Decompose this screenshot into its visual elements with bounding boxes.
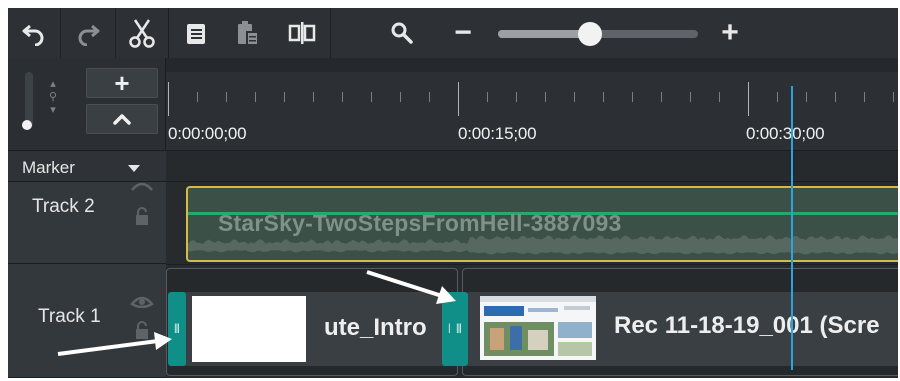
visibility-eye-icon[interactable] — [130, 294, 154, 308]
ruler-tick — [400, 92, 401, 102]
timecode-label: 0:00:00;00 — [168, 124, 247, 143]
recording-clip-left-handle[interactable]: ||| — [450, 292, 468, 366]
time-ruler[interactable]: 0:00:00;00 0:00:15;00 0:00:30;00 — [166, 58, 898, 150]
cut-button[interactable] — [116, 8, 168, 58]
ruler-tick — [864, 92, 865, 102]
ruler-tick — [226, 92, 227, 102]
ruler-tick — [487, 92, 488, 102]
lock-icon[interactable] — [134, 320, 150, 340]
ruler-tick — [806, 92, 807, 102]
grip-icon: ||| — [456, 323, 462, 334]
zoom-out-button[interactable]: − — [448, 8, 478, 58]
ruler-tick — [603, 92, 604, 102]
magnifier-icon — [391, 22, 413, 44]
zoom-slider-handle[interactable] — [578, 22, 602, 46]
ruler-tick — [313, 92, 314, 102]
collapse-button[interactable] — [86, 104, 158, 134]
recording-clip-label: Rec 11-18-19_001 (Scre — [614, 312, 880, 339]
marker-lane[interactable] — [166, 150, 898, 182]
timeline-window: − + ▴ ⚲ ▾ + Marker Track 2 Track 1 0:00:… — [8, 8, 898, 378]
lock-icon[interactable] — [134, 206, 150, 226]
visibility-eye-icon[interactable] — [130, 182, 154, 196]
scissors-icon — [129, 19, 155, 48]
track-header-1[interactable]: Track 1 — [8, 264, 166, 378]
grip-icon: ||| — [174, 323, 180, 334]
ruler-tick — [458, 82, 459, 116]
paste-button[interactable] — [228, 8, 268, 58]
ruler-tick — [342, 92, 343, 102]
marker-label: Marker — [22, 158, 75, 177]
ruler-tick — [661, 92, 662, 102]
recording-thumbnail — [480, 296, 596, 360]
track-header-2[interactable]: Track 2 — [8, 182, 166, 264]
ruler-tick — [284, 92, 285, 102]
ruler-tick — [371, 92, 372, 102]
ruler-tick — [197, 92, 198, 102]
toolbar-divider — [330, 8, 331, 58]
copy-icon — [187, 24, 205, 44]
intro-clip-left-handle[interactable]: ||| — [168, 292, 186, 366]
ruler-tick — [893, 92, 894, 102]
ruler-tick — [748, 82, 749, 116]
ruler-tick — [835, 92, 836, 102]
track-name: Track 2 — [32, 196, 95, 217]
toolbar: − + — [8, 8, 898, 58]
ruler-tick — [168, 82, 169, 116]
ruler-top-band — [166, 58, 898, 72]
paste-icon — [238, 21, 259, 46]
timeline-area[interactable]: 0:00:00;00 0:00:15;00 0:00:30;00 StarSky… — [166, 58, 898, 378]
ruler-tick — [632, 92, 633, 102]
ruler-tick — [545, 92, 546, 102]
timecode-label: 0:00:15;00 — [458, 124, 537, 143]
redo-icon — [78, 24, 100, 46]
zoom-search-button[interactable] — [386, 8, 418, 58]
redo-button[interactable] — [61, 8, 115, 58]
recording-clip[interactable]: Rec 11-18-19_001 (Scre — [466, 292, 898, 366]
split-icon — [288, 22, 316, 44]
copy-button[interactable] — [176, 8, 216, 58]
playhead[interactable] — [791, 86, 793, 370]
split-button[interactable] — [280, 8, 324, 58]
zoom-in-button[interactable]: + — [714, 8, 746, 58]
ruler-tick — [690, 92, 691, 102]
toolbar-divider — [168, 8, 169, 58]
track-zoom-icon: ▴ ⚲ ▾ — [48, 78, 58, 116]
chevron-up-icon — [113, 114, 131, 125]
marker-dropdown-icon[interactable] — [128, 165, 140, 172]
undo-button[interactable] — [8, 8, 60, 58]
ruler-tick — [516, 92, 517, 102]
ruler-tick — [777, 92, 778, 102]
track-height-slider-handle[interactable] — [22, 120, 32, 130]
intro-clip-label: ute_Intro — [324, 314, 427, 341]
zoom-slider-fill — [498, 30, 590, 38]
track-header-panel: ▴ ⚲ ▾ + Marker Track 2 Track 1 — [8, 58, 166, 378]
marker-track-header: Marker — [8, 150, 166, 182]
ruler-tick — [574, 92, 575, 102]
timecode-label: 0:00:30;00 — [746, 124, 825, 143]
intro-clip[interactable]: ute_Intro — [176, 292, 450, 366]
ruler-tick — [255, 92, 256, 102]
intro-thumbnail — [192, 296, 306, 362]
ruler-tick — [719, 92, 720, 102]
add-track-button[interactable]: + — [86, 68, 158, 98]
ruler-tick — [429, 92, 430, 102]
undo-icon — [22, 24, 44, 46]
track-name: Track 1 — [38, 306, 101, 327]
